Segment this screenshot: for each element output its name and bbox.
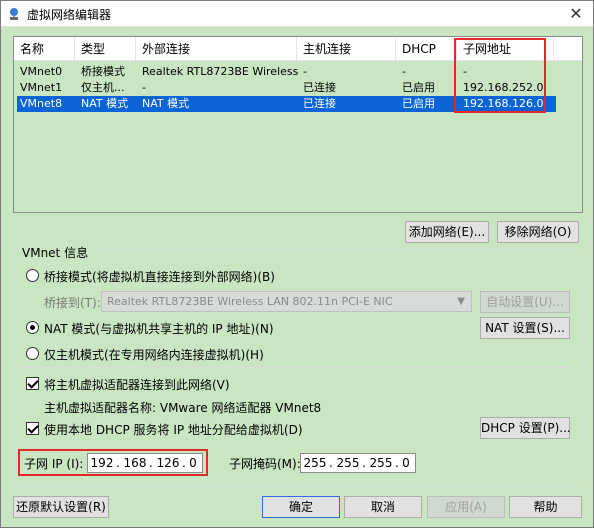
row-host: - (303, 65, 307, 78)
connect-adapter-checkbox[interactable] (26, 377, 39, 390)
row-external: - (142, 81, 146, 94)
network-editor-icon (10, 8, 18, 20)
chevron-down-icon: ▼ (457, 296, 465, 307)
window-title: 虚拟网络编辑器 (27, 8, 112, 22)
subnet-ip-label: 子网 IP (I): (24, 457, 84, 471)
bridged-label[interactable]: 桥接模式(将虚拟机直接连接到外部网络)(B) (44, 268, 275, 285)
auto-settings-button[interactable]: 自动设置(U)... (480, 291, 570, 313)
mask-octet-2[interactable]: 255 (334, 454, 362, 472)
ip-octet-3[interactable]: 126 (154, 454, 182, 472)
title-bar: 虚拟网络编辑器 ✕ (1, 1, 593, 27)
row-name: VMnet0 (20, 65, 63, 78)
bridged-to-select[interactable]: Realtek RTL8723BE Wireless LAN 802.11n P… (101, 291, 472, 312)
subnet-ip-input[interactable]: 192 . 168 . 126 . 0 (87, 453, 203, 473)
nat-settings-button[interactable]: NAT 设置(S)... (480, 317, 570, 339)
dhcp-label[interactable]: 使用本地 DHCP 服务将 IP 地址分配给虚拟机(D) (44, 421, 303, 438)
help-button[interactable]: 帮助 (509, 496, 582, 518)
row-dhcp: 已启用 (402, 97, 435, 110)
row-host: 已连接 (303, 97, 336, 110)
dhcp-settings-button[interactable]: DHCP 设置(P)... (480, 417, 571, 439)
subnet-mask-input[interactable]: 255 . 255 . 255 . 0 (300, 453, 416, 473)
ip-octet-4[interactable]: 0 (184, 454, 202, 472)
header-host[interactable]: 主机连接 (297, 37, 396, 61)
row-type: 仅主机... (81, 81, 125, 94)
nat-radio[interactable] (26, 321, 39, 334)
host-only-radio[interactable] (26, 347, 39, 360)
header-type[interactable]: 类型 (75, 37, 136, 61)
row-external: Realtek RTL8723BE Wireless... (142, 65, 299, 78)
close-icon[interactable]: ✕ (565, 3, 587, 25)
row-name: VMnet8 (20, 97, 63, 110)
virtual-network-editor-window: 虚拟网络编辑器 ✕ 名称 类型 外部连接 主机连接 DHCP 子网地址 VMne… (0, 0, 594, 528)
bridged-to-value: Realtek RTL8723BE Wireless LAN 802.11n P… (107, 295, 393, 308)
header-dhcp[interactable]: DHCP (396, 37, 457, 61)
row-name: VMnet1 (20, 81, 63, 94)
nat-label[interactable]: NAT 模式(与虚拟机共享主机的 IP 地址)(N) (44, 320, 274, 337)
restore-defaults-button[interactable]: 还原默认设置(R) (13, 496, 109, 518)
row-dhcp: 已启用 (402, 81, 435, 94)
mask-octet-4[interactable]: 0 (397, 454, 415, 472)
row-host: 已连接 (303, 81, 336, 94)
header-external[interactable]: 外部连接 (136, 37, 297, 61)
row-type: 桥接模式 (81, 65, 125, 78)
row-dhcp: - (402, 65, 406, 78)
host-only-label[interactable]: 仅主机模式(在专用网络内连接虚拟机)(H) (44, 346, 264, 363)
row-external: NAT 模式 (142, 97, 190, 110)
subnet-mask-label: 子网掩码(M): (229, 457, 301, 471)
adapter-name-label: 主机虚拟适配器名称: VMware 网络适配器 VMnet8 (44, 401, 322, 415)
ip-dot: . (116, 456, 120, 470)
add-network-button[interactable]: 添加网络(E)... (405, 221, 489, 243)
bridged-radio[interactable] (26, 269, 39, 282)
divider (19, 367, 572, 368)
connect-adapter-label[interactable]: 将主机虚拟适配器连接到此网络(V) (44, 376, 230, 393)
apply-button[interactable]: 应用(A) (427, 496, 505, 518)
bridged-to-label: 桥接到(T): (44, 296, 101, 310)
mask-dot: . (362, 456, 366, 470)
dhcp-checkbox[interactable] (26, 422, 39, 435)
remove-network-button[interactable]: 移除网络(O) (497, 221, 579, 243)
vmnet-info-legend: VMnet 信息 (20, 244, 91, 261)
ip-dot: . (149, 456, 153, 470)
ip-octet-1[interactable]: 192 (88, 454, 116, 472)
cancel-button[interactable]: 取消 (344, 496, 422, 518)
mask-octet-1[interactable]: 255 (301, 454, 329, 472)
mask-dot: . (329, 456, 333, 470)
ip-octet-2[interactable]: 168 (121, 454, 149, 472)
ok-button[interactable]: 确定 (262, 496, 340, 518)
header-name[interactable]: 名称 (14, 37, 75, 61)
subnet-column-highlight (454, 38, 546, 113)
row-type: NAT 模式 (81, 97, 129, 110)
mask-octet-3[interactable]: 255 (367, 454, 395, 472)
